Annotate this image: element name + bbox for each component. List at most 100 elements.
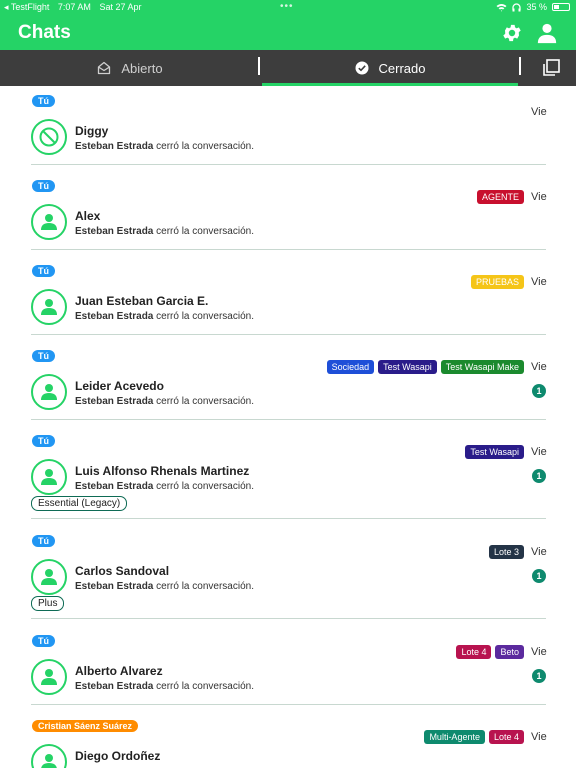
row-divider (31, 164, 546, 165)
chat-tag: AGENTE (476, 190, 524, 204)
status-bar: ◂ TestFlight 7:07 AM Sat 27 Apr ••• 35 % (0, 0, 576, 14)
last-message: Esteban Estrada cerró la conversación. (75, 481, 254, 492)
battery-percent: 35 % (526, 2, 547, 12)
chat-tag: Test Wasapi (378, 360, 437, 374)
chat-tags: PRUEBAS (470, 275, 524, 289)
check-circle-icon (355, 61, 369, 75)
row-divider (31, 249, 546, 250)
last-message: Esteban Estrada cerró la conversación. (75, 226, 254, 237)
message-text: cerró la conversación. (153, 396, 254, 407)
chat-tags: AGENTE (476, 190, 524, 204)
profile-icon[interactable] (536, 22, 558, 44)
row-divider (31, 419, 546, 420)
contact-name: Luis Alfonso Rhenals Martinez (75, 464, 250, 478)
chat-tags: Multi-Agente Lote 4 (424, 730, 524, 744)
wifi-icon (496, 3, 507, 12)
chat-date: Vie (531, 446, 547, 458)
app-root: ◂ TestFlight 7:07 AM Sat 27 Apr ••• 35 %… (0, 0, 576, 768)
row-divider (31, 334, 546, 335)
multitasking-dots-icon[interactable]: ••• (280, 0, 294, 14)
chat-tags: Sociedad Test Wasapi Test Wasapi Make (326, 360, 524, 374)
tab-divider (258, 57, 260, 75)
contact-name: Alex (75, 209, 101, 223)
contact-name: Alberto Alvarez (75, 664, 163, 678)
assignee-badge: Tú (32, 95, 55, 107)
status-time: 7:07 AM (57, 2, 91, 12)
tab-bar: Abierto Cerrado (0, 50, 576, 86)
message-actor: Esteban Estrada (75, 311, 154, 322)
tab-open[interactable]: Abierto (0, 50, 260, 86)
chat-row[interactable]: Tú Leider Acevedo Esteban Estrada cerró la… (0, 341, 576, 427)
chat-date: Vie (531, 276, 547, 288)
contact-name: Diggy (75, 124, 109, 138)
last-message: Esteban Estrada cerró la conversación. (75, 681, 254, 692)
person-icon (41, 469, 57, 485)
avatar (31, 659, 67, 695)
chat-tags: Lote 3 (488, 545, 524, 559)
tab-open-label: Abierto (121, 60, 163, 76)
chat-tag: Test Wasapi (465, 445, 524, 459)
chat-row[interactable]: Tú Carlos Sandoval Esteban Estrada cerró l… (0, 526, 576, 626)
person-icon (41, 299, 57, 315)
chat-row[interactable]: Tú Alex Esteban Estrada cerró la conversac… (0, 171, 576, 257)
battery-icon (552, 3, 570, 11)
message-actor: Esteban Estrada (75, 581, 154, 592)
row-divider (31, 618, 546, 619)
chat-tag: Lote 4 (456, 645, 492, 659)
message-actor: Esteban Estrada (75, 396, 154, 407)
message-text: cerró la conversación. (153, 681, 254, 692)
unread-count-badge: 1 (532, 469, 546, 483)
tab-closed[interactable]: Cerrado (262, 50, 518, 86)
assignee-badge: Tú (32, 435, 55, 447)
avatar (31, 374, 67, 410)
chat-row[interactable]: Tú Alberto Alvarez Esteban Estrada cerró l… (0, 626, 576, 712)
chat-date: Vie (531, 191, 547, 203)
avatar (31, 744, 67, 768)
person-icon (41, 214, 57, 230)
gear-icon[interactable] (501, 22, 523, 44)
message-text: cerró la conversación. (153, 581, 254, 592)
avatar (31, 459, 67, 495)
contact-name: Diego Ordoñez (75, 749, 161, 763)
app-header: ◂ TestFlight 7:07 AM Sat 27 Apr ••• 35 %… (0, 0, 576, 50)
message-text: cerró la conversación. (153, 311, 254, 322)
chat-tags: Test Wasapi (465, 445, 524, 459)
copy-icon[interactable] (541, 58, 561, 78)
tab-closed-label: Cerrado (378, 60, 426, 76)
contact-name: Carlos Sandoval (75, 564, 170, 578)
avatar (31, 119, 67, 155)
last-message: Esteban Estrada cerró la conversación. (75, 141, 254, 152)
row-divider (31, 704, 546, 705)
chat-tag: Multi-Agente (424, 730, 485, 744)
chat-row[interactable]: Cristian Sáenz Suárez Diego Ordoñez Vie Mul… (0, 711, 576, 768)
message-actor: Esteban Estrada (75, 141, 154, 152)
chat-date: Vie (531, 106, 547, 118)
last-message: Esteban Estrada cerró la conversación. (75, 396, 254, 407)
chat-row[interactable]: Tú Luis Alfonso Rhenals Martinez Esteban E… (0, 426, 576, 526)
chat-date: Vie (531, 546, 547, 558)
person-icon (41, 384, 57, 400)
avatar (31, 559, 67, 595)
avatar (31, 204, 67, 240)
chat-row[interactable]: Tú Juan Esteban Garcia E. Esteban Estrada … (0, 256, 576, 342)
assignee-badge: Tú (32, 350, 55, 362)
message-text: cerró la conversación. (153, 226, 254, 237)
last-message: Esteban Estrada cerró la conversación. (75, 311, 254, 322)
assignee-badge: Tú (32, 635, 55, 647)
chat-tag: Test Wasapi Make (440, 360, 524, 374)
message-actor: Esteban Estrada (75, 226, 154, 237)
chat-date: Vie (531, 731, 547, 743)
back-to-app-link[interactable]: ◂ TestFlight (4, 2, 49, 12)
message-actor: Esteban Estrada (75, 681, 154, 692)
avatar (31, 289, 67, 325)
chat-tags: Lote 4 Beto (456, 645, 524, 659)
person-icon (41, 754, 57, 768)
message-text: cerró la conversación. (153, 481, 254, 492)
status-right: 35 % (496, 0, 570, 14)
contact-name: Juan Esteban Garcia E. (75, 294, 209, 308)
blocked-icon (39, 127, 59, 147)
chat-tag: Lote 4 (488, 730, 524, 744)
chat-row[interactable]: Tú Diggy Esteban Estrada cerró la conversa… (0, 86, 576, 172)
row-divider (31, 518, 546, 519)
status-date: Sat 27 Apr (99, 2, 142, 12)
